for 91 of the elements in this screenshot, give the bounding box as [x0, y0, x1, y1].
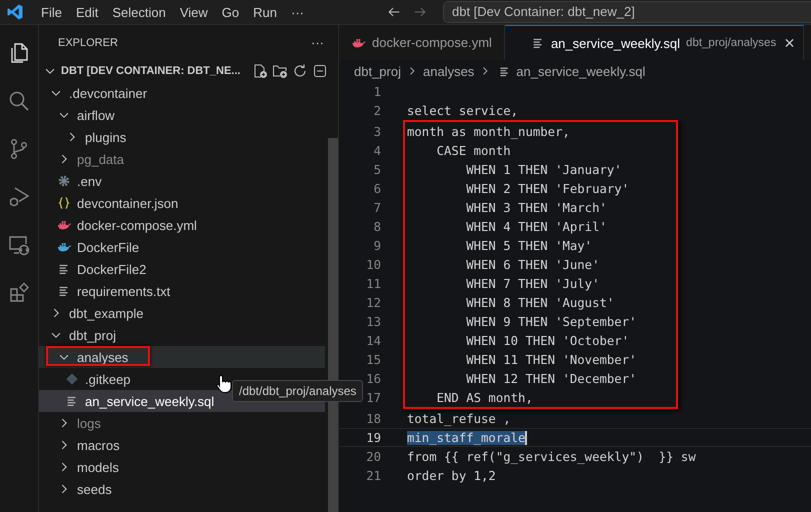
- line-number: 1: [372, 84, 381, 98]
- command-center[interactable]: dbt [Dev Container: dbt_new_2]: [443, 1, 811, 23]
- code-line: WHEN 3 THEN 'March': [465, 200, 607, 214]
- run-debug-icon[interactable]: [7, 185, 31, 209]
- back-arrow-icon[interactable]: [387, 5, 401, 19]
- line-number: 11: [365, 276, 381, 290]
- code-line: WHEN 10 THEN 'October': [465, 334, 630, 348]
- line-number: 19: [365, 430, 381, 444]
- code-line: WHEN 2 THEN 'February': [465, 182, 630, 196]
- menu-item[interactable]: File: [34, 4, 69, 20]
- line-number: 9: [372, 238, 381, 252]
- breadcrumb[interactable]: an_service_weekly.sql: [516, 64, 646, 78]
- line-number: 16: [365, 372, 381, 386]
- line-number: 18: [365, 412, 381, 426]
- line-number: 12: [365, 296, 381, 310]
- collapse-all-icon[interactable]: [312, 63, 328, 79]
- menu-item[interactable]: Selection: [105, 4, 173, 20]
- tree-item[interactable]: requirements.txt: [39, 280, 325, 302]
- line-number: 20: [365, 450, 381, 464]
- tree-item[interactable]: macros: [39, 434, 325, 456]
- menu-item[interactable]: Edit: [68, 4, 106, 20]
- new-file-icon[interactable]: [252, 63, 268, 79]
- logo-icon: [6, 3, 24, 21]
- editor-tab[interactable]: an_service_weekly.sql dbt_proj/analyses ×: [504, 25, 804, 60]
- line-number: 14: [365, 334, 381, 348]
- tree-item[interactable]: plugins: [39, 126, 325, 148]
- new-folder-icon[interactable]: [272, 63, 288, 79]
- code-line: END AS month,: [436, 390, 533, 404]
- tree-item[interactable]: devcontainer.json: [39, 192, 325, 214]
- workspace-title[interactable]: DBT [DEV CONTAINER: DBT_NE...: [61, 65, 248, 77]
- tree-item[interactable]: airflow: [39, 104, 325, 126]
- code-line: WHEN 8 THEN 'August': [465, 296, 614, 310]
- tree-item[interactable]: DockerFile: [39, 236, 325, 258]
- tree-item[interactable]: dbt_example: [39, 302, 325, 324]
- tooltip: /dbt/dbt_proj/analyses: [232, 380, 364, 402]
- line-number: 8: [372, 220, 381, 234]
- tree-item[interactable]: pg_data: [39, 148, 325, 170]
- code-line: order by 1,2: [407, 468, 496, 482]
- gear-icon: [57, 174, 71, 188]
- menu-item[interactable]: ···: [284, 4, 311, 20]
- code-line: WHEN 12 THEN 'December': [465, 372, 637, 386]
- code-line: WHEN 1 THEN 'January': [465, 162, 622, 176]
- breadcrumb[interactable]: analyses: [422, 64, 474, 78]
- code-line: select service,: [407, 104, 518, 118]
- line-number: 21: [365, 468, 381, 482]
- whale-icon: [57, 218, 71, 232]
- line-number: 6: [372, 182, 381, 196]
- tree-item[interactable]: logs: [39, 412, 325, 434]
- line-number: 3: [372, 124, 381, 138]
- sidebar-title: EXPLORER: [58, 36, 118, 48]
- code-line: total_refuse ,: [407, 412, 511, 426]
- refresh-icon[interactable]: [292, 63, 308, 79]
- menu-item[interactable]: View: [172, 4, 215, 20]
- line-number: 2: [372, 104, 381, 118]
- code-line: WHEN 9 THEN 'September': [465, 314, 637, 328]
- whale-icon: [57, 240, 71, 254]
- menu-item[interactable]: Go: [214, 4, 246, 20]
- code-line: WHEN 4 THEN 'April': [465, 220, 607, 234]
- forward-arrow-icon[interactable]: [413, 5, 427, 19]
- close-button[interactable]: ×: [784, 32, 795, 54]
- code-line: WHEN 5 THEN 'May': [465, 238, 592, 252]
- tree-item[interactable]: dbt_proj: [39, 324, 325, 346]
- code-line: from {{ ref("g_services_weekly") }} sw: [407, 450, 696, 464]
- braces-icon: [57, 196, 71, 210]
- code-line: WHEN 6 THEN 'June': [465, 258, 600, 272]
- line-number: 7: [372, 200, 381, 214]
- tree-item[interactable]: .devcontainer: [39, 82, 325, 104]
- line-number: 13: [365, 314, 381, 328]
- more-actions-button[interactable]: ···: [311, 35, 324, 50]
- search-icon[interactable]: [7, 89, 31, 113]
- tree-item[interactable]: docker-compose.yml: [39, 214, 325, 236]
- menu-item[interactable]: Run: [246, 4, 284, 20]
- line-number: 4: [372, 144, 381, 158]
- tab-label[interactable]: an_service_weekly.sql: [550, 36, 680, 50]
- tree-item[interactable]: DockerFile2: [39, 258, 325, 280]
- tree-item[interactable]: analyses: [39, 346, 325, 368]
- line-number: 15: [365, 352, 381, 366]
- hand-cursor-icon: [216, 374, 232, 394]
- diamond-icon: [65, 372, 79, 386]
- line-number: 5: [372, 162, 381, 176]
- tree-item[interactable]: models: [39, 456, 325, 478]
- code-line: WHEN 11 THEN 'November': [465, 352, 637, 366]
- tab-description: dbt_proj/analyses: [686, 37, 776, 49]
- tab-label[interactable]: docker-compose.yml: [372, 35, 492, 50]
- code-line: CASE month: [436, 144, 511, 158]
- line-number: 10: [365, 258, 381, 272]
- code-line: month as month_number,: [407, 124, 570, 138]
- breadcrumb[interactable]: dbt_proj: [354, 64, 401, 78]
- tree-item[interactable]: seeds: [39, 478, 325, 500]
- tree-item[interactable]: .env: [39, 170, 325, 192]
- code-line: WHEN 7 THEN 'July': [465, 276, 600, 290]
